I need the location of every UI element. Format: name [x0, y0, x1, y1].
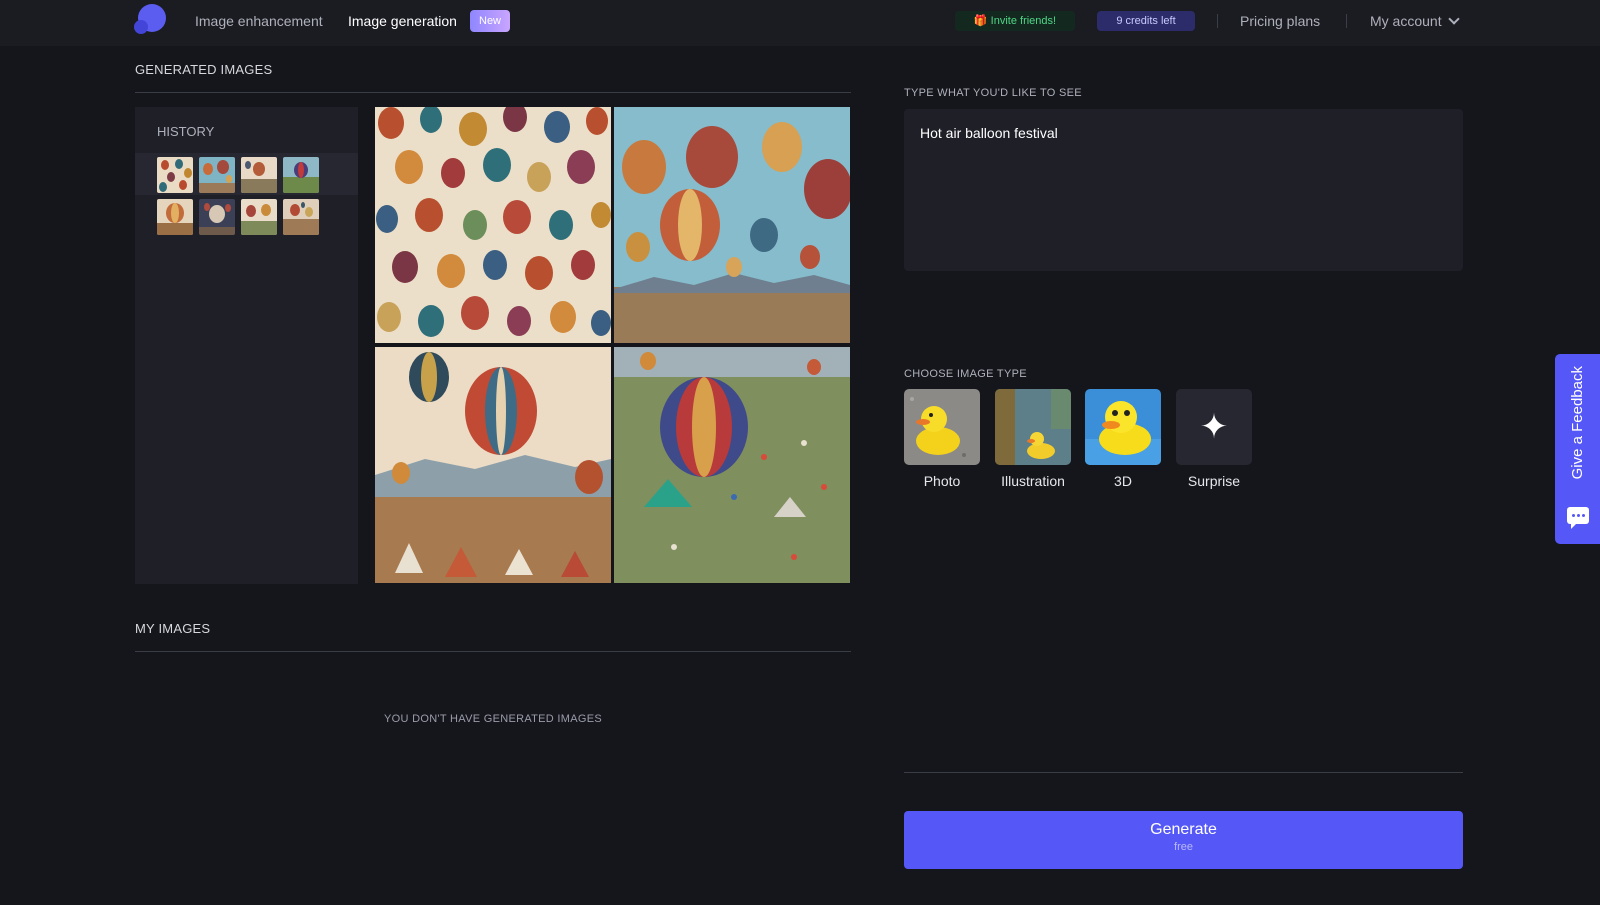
image-type-label: CHOOSE IMAGE TYPE [904, 368, 1027, 380]
divider [1346, 14, 1347, 28]
duck-photo-icon [904, 389, 980, 465]
my-account-label: My account [1370, 13, 1442, 29]
history-thumbnail[interactable] [283, 157, 319, 193]
history-thumbnail[interactable] [199, 199, 235, 235]
history-thumbnail[interactable] [199, 157, 235, 193]
section-divider [904, 772, 1463, 773]
generated-image-2[interactable] [614, 107, 850, 343]
prompt-textarea[interactable]: Hot air balloon festival [904, 109, 1463, 271]
image-type-surprise[interactable]: ✦ Surprise [1176, 389, 1252, 489]
type-label-illustration: Illustration [1001, 473, 1065, 489]
new-badge: New [470, 10, 511, 32]
history-thumbnail[interactable] [241, 157, 277, 193]
chat-icon [1567, 507, 1589, 529]
section-divider [135, 651, 851, 652]
history-thumbnail[interactable] [157, 157, 193, 193]
empty-images-message: YOU DON'T HAVE GENERATED IMAGES [384, 713, 602, 725]
top-nav: Image enhancement Image generation New 🎁… [0, 0, 1600, 46]
nav-image-generation[interactable]: Image generation [348, 13, 457, 29]
logo-icon[interactable] [134, 4, 168, 36]
invite-friends-button[interactable]: 🎁 Invite friends! [955, 11, 1075, 31]
generate-label: Generate [1150, 821, 1217, 838]
generate-sublabel: free [1174, 841, 1193, 853]
nav-image-enhancement[interactable]: Image enhancement [195, 13, 323, 29]
history-thumbnail[interactable] [157, 199, 193, 235]
duck-illustration-icon [995, 389, 1071, 465]
generate-button[interactable]: Generate free [904, 811, 1463, 869]
divider [1217, 14, 1218, 28]
generated-image-3[interactable] [375, 347, 611, 583]
image-type-3d[interactable]: 3D [1085, 389, 1161, 489]
history-thumbnail[interactable] [283, 199, 319, 235]
image-type-photo[interactable]: Photo [904, 389, 980, 489]
history-panel: HISTORY [135, 107, 358, 584]
generated-images-title: GENERATED IMAGES [135, 62, 273, 77]
type-label-photo: Photo [923, 473, 961, 489]
section-divider [135, 92, 851, 93]
generated-image-4[interactable] [614, 347, 850, 583]
credits-badge[interactable]: 9 credits left [1097, 11, 1195, 31]
type-label-surprise: Surprise [1187, 473, 1241, 489]
type-label-3d: 3D [1114, 473, 1132, 489]
generated-image-1[interactable] [375, 107, 611, 343]
prompt-label: TYPE WHAT YOU'D LIKE TO SEE [904, 87, 1082, 99]
my-account-menu[interactable]: My account [1370, 13, 1460, 29]
sparkle-icon: ✦ [1176, 389, 1252, 465]
image-type-illustration[interactable]: Illustration [995, 389, 1071, 489]
my-images-title: MY IMAGES [135, 621, 211, 636]
history-title: HISTORY [157, 124, 215, 139]
duck-3d-icon [1085, 389, 1161, 465]
chevron-down-icon [1447, 13, 1460, 25]
history-thumbnail[interactable] [241, 199, 277, 235]
nav-pricing-plans[interactable]: Pricing plans [1240, 13, 1320, 29]
feedback-tab[interactable]: Give a Feedback [1555, 354, 1600, 544]
